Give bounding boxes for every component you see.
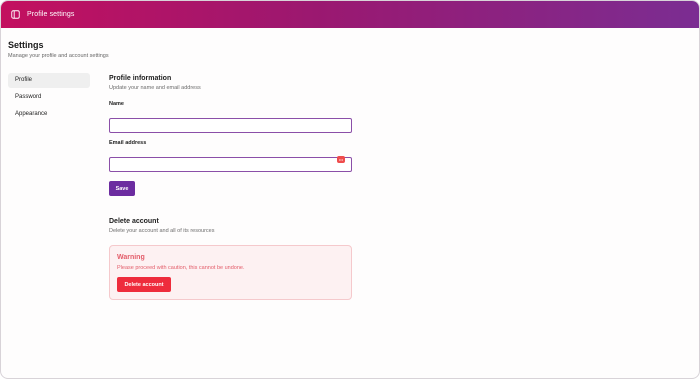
sidebar-item-label: Profile — [15, 77, 33, 83]
email-field[interactable] — [109, 156, 352, 172]
app-window: Profile settings Settings Manage your pr… — [0, 0, 700, 379]
profile-information-title: Profile information — [109, 74, 172, 82]
profile-information-subtitle: Update your name and email address — [109, 84, 201, 91]
sidebar-item-password[interactable]: Password — [8, 90, 90, 105]
delete-account-section: Delete account Delete your account and a… — [109, 218, 353, 300]
sidebar-item-appearance[interactable]: Appearance — [8, 107, 90, 122]
top-bar: Profile settings — [1, 1, 699, 28]
email-label: Email address — [109, 139, 147, 146]
save-button[interactable]: Save — [109, 181, 135, 196]
delete-account-button[interactable]: Delete account — [117, 277, 171, 292]
profile-main: Profile information Update your name and… — [109, 73, 353, 300]
warning-text: Please proceed with caution, this cannot… — [117, 264, 245, 271]
warning-box: Warning Please proceed with caution, thi… — [109, 244, 352, 300]
sidebar-item-label: Password — [15, 94, 42, 100]
profile-information-section: Profile information Update your name and… — [109, 74, 353, 196]
page-subtitle: Manage your profile and account settings — [8, 53, 109, 59]
name-field-wrapper — [109, 114, 352, 133]
sidebar-item-profile[interactable]: Profile — [8, 72, 90, 88]
password-manager-icon[interactable]: ••• — [337, 156, 345, 163]
delete-account-subtitle: Delete your account and all of its resou… — [109, 228, 215, 234]
sidebar-toggle-icon[interactable] — [10, 9, 21, 20]
sidebar-item-label: Appearance — [15, 111, 48, 117]
name-label: Name — [109, 101, 124, 107]
name-field[interactable] — [109, 118, 352, 133]
settings-content: Settings Manage your profile and account… — [1, 28, 699, 300]
page-heading: Profile settings — [27, 11, 75, 18]
warning-title: Warning — [117, 253, 145, 261]
page-title: Settings — [8, 40, 44, 50]
delete-account-title: Delete account — [109, 218, 159, 225]
settings-sidebar: Profile Password Appearance — [8, 72, 90, 124]
email-field-wrapper: ••• — [109, 152, 352, 172]
